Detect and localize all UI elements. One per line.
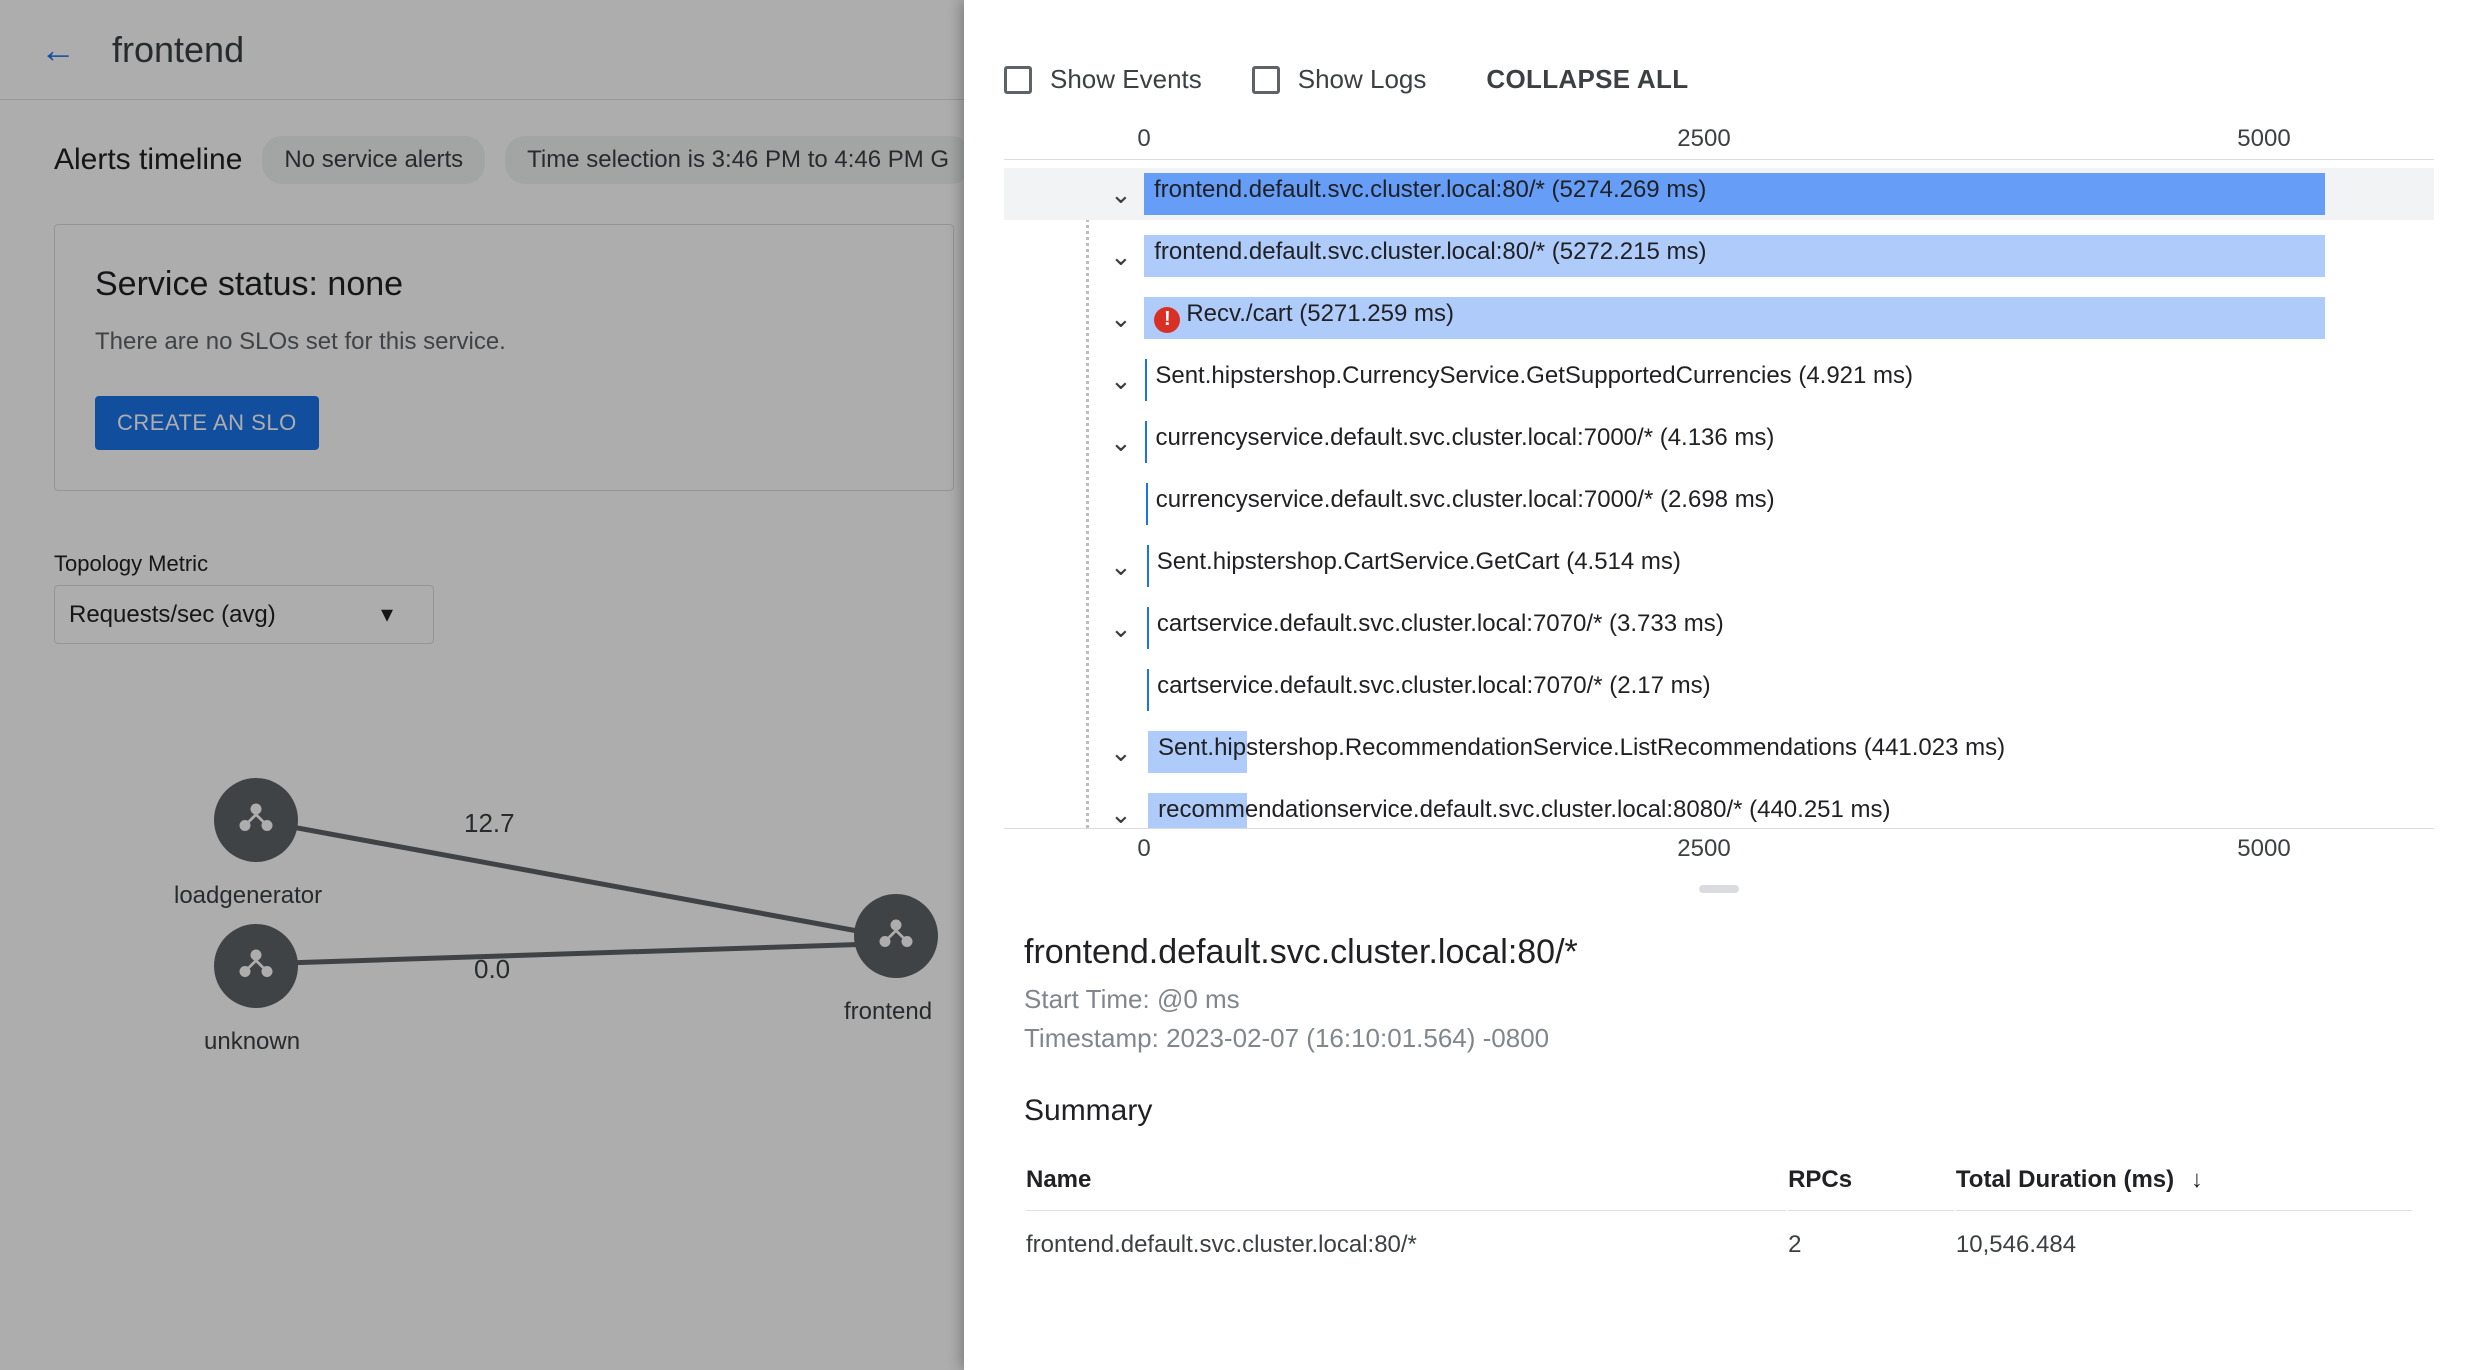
span-label: currencyservice.default.svc.cluster.loca… (1149, 424, 1774, 452)
span-label: frontend.default.svc.cluster.local:80/* … (1148, 176, 1706, 204)
chevron-down-icon: ▾ (381, 600, 393, 629)
service-status-card: Service status: none There are no SLOs s… (54, 224, 954, 491)
span-title: frontend.default.svc.cluster.local:80/* (1024, 933, 2414, 972)
show-events-checkbox[interactable]: Show Events (1004, 64, 1202, 95)
page-title: frontend (112, 29, 244, 71)
span-bar[interactable] (1147, 545, 1149, 587)
topology-metric-select[interactable]: Requests/sec (avg) ▾ (54, 585, 434, 644)
collapse-all-button[interactable]: COLLAPSE ALL (1486, 64, 1688, 95)
trace-panel: Show Events Show Logs COLLAPSE ALL 0 250… (964, 0, 2474, 1370)
time-selection-chip[interactable]: Time selection is 3:46 PM to 4:46 PM G (505, 136, 971, 184)
summary-row[interactable]: frontend.default.svc.cluster.local:80/* … (1026, 1213, 2412, 1277)
span-meta: Start Time: @0 ms Timestamp: 2023-02-07 … (1024, 980, 2414, 1058)
summary-cell-name: frontend.default.svc.cluster.local:80/* (1026, 1213, 1786, 1277)
chevron-down-icon[interactable]: ⌄ (1110, 241, 1132, 272)
col-duration[interactable]: Total Duration (ms) ↓ (1956, 1150, 2412, 1211)
trace-axis-top: 0 2500 5000 (1004, 125, 2434, 155)
trace-row[interactable]: ⌄ cartservice.default.svc.cluster.local:7… (1004, 602, 2434, 654)
span-label: recommendationservice.default.svc.cluste… (1152, 796, 1890, 824)
span-label: frontend.default.svc.cluster.local:80/* … (1148, 238, 1706, 266)
node-label-unknown: unknown (204, 1028, 300, 1056)
no-alerts-chip[interactable]: No service alerts (262, 136, 485, 184)
col-rpcs[interactable]: RPCs (1788, 1150, 1954, 1211)
axis-tick: 5000 (2237, 835, 2290, 863)
span-label: Sent.hipstershop.CurrencyService.GetSupp… (1149, 362, 1913, 390)
trace-waterfall: ⌄ frontend.default.svc.cluster.local:80/*… (1004, 159, 2434, 829)
span-bar[interactable] (1147, 669, 1149, 711)
service-status-text: There are no SLOs set for this service. (95, 328, 913, 356)
span-bar[interactable] (1145, 359, 1147, 401)
edge-label-top: 12.7 (464, 808, 515, 839)
span-bar[interactable] (1145, 421, 1147, 463)
node-label-loadgenerator: loadgenerator (174, 882, 322, 910)
trace-row[interactable]: ⌄ recommendationservice.default.svc.clust… (1004, 788, 2434, 829)
span-bar[interactable] (1147, 607, 1149, 649)
trace-row[interactable]: cartservice.default.svc.cluster.local:70… (1004, 664, 2434, 716)
chevron-down-icon[interactable]: ⌄ (1110, 737, 1132, 768)
axis-tick: 0 (1137, 125, 1150, 153)
chevron-down-icon[interactable]: ⌄ (1110, 427, 1132, 458)
col-name[interactable]: Name (1026, 1150, 1786, 1211)
trace-row[interactable]: ⌄ frontend.default.svc.cluster.local:80/*… (1004, 168, 2434, 220)
edge-label-bottom: 0.0 (474, 954, 510, 985)
summary-cell-rpcs: 2 (1788, 1213, 1954, 1277)
trace-row[interactable]: currencyservice.default.svc.cluster.loca… (1004, 478, 2434, 530)
axis-tick: 2500 (1677, 835, 1730, 863)
span-label: Sent.hipstershop.CartService.GetCart (4.… (1151, 548, 1681, 576)
chevron-down-icon[interactable]: ⌄ (1110, 613, 1132, 644)
topology-metric-value: Requests/sec (avg) (69, 601, 276, 629)
chevron-down-icon[interactable]: ⌄ (1110, 551, 1132, 582)
checkbox-icon (1004, 66, 1032, 94)
chevron-down-icon[interactable]: ⌄ (1110, 799, 1132, 830)
axis-tick: 0 (1137, 835, 1150, 863)
span-label: Sent.hipstershop.RecommendationService.L… (1152, 734, 2005, 762)
create-slo-button[interactable]: CREATE AN SLO (95, 396, 319, 450)
sort-desc-icon: ↓ (2191, 1166, 2203, 1193)
summary-cell-dur: 10,546.484 (1956, 1213, 2412, 1277)
show-logs-checkbox[interactable]: Show Logs (1252, 64, 1427, 95)
node-frontend[interactable] (854, 894, 938, 978)
trace-panel-toolbar: Show Events Show Logs COLLAPSE ALL (964, 0, 2474, 115)
span-label: !Recv./cart (5271.259 ms) (1148, 300, 1454, 329)
node-unknown[interactable] (214, 924, 298, 1008)
node-loadgenerator[interactable] (214, 778, 298, 862)
trace-row[interactable]: ⌄ frontend.default.svc.cluster.local:80/*… (1004, 230, 2434, 282)
alerts-timeline-label: Alerts timeline (54, 143, 242, 177)
chevron-down-icon[interactable]: ⌄ (1110, 365, 1132, 396)
checkbox-icon (1252, 66, 1280, 94)
span-details: frontend.default.svc.cluster.local:80/* … (964, 913, 2474, 1299)
chevron-down-icon[interactable]: ⌄ (1110, 179, 1132, 210)
span-label: currencyservice.default.svc.cluster.loca… (1150, 486, 1775, 514)
service-status-title: Service status: none (95, 265, 913, 304)
trace-row[interactable]: ⌄ Sent.hipstershop.RecommendationService.… (1004, 726, 2434, 778)
trace-axis-bottom: 0 2500 5000 (1004, 835, 2434, 865)
back-arrow-icon[interactable]: ← (40, 29, 76, 71)
span-label: cartservice.default.svc.cluster.local:70… (1151, 672, 1711, 700)
span-label: cartservice.default.svc.cluster.local:70… (1151, 610, 1724, 638)
resize-handle[interactable] (1699, 885, 1739, 893)
axis-tick: 2500 (1677, 125, 1730, 153)
trace-row[interactable]: ⌄ !Recv./cart (5271.259 ms) (1004, 292, 2434, 344)
show-logs-label: Show Logs (1298, 64, 1427, 95)
show-events-label: Show Events (1050, 64, 1202, 95)
error-icon: ! (1154, 307, 1180, 333)
trace-row[interactable]: ⌄ Sent.hipstershop.CartService.GetCart (4… (1004, 540, 2434, 592)
trace-row[interactable]: ⌄ currencyservice.default.svc.cluster.loc… (1004, 416, 2434, 468)
summary-table: Name RPCs Total Duration (ms) ↓ frontend… (1024, 1148, 2414, 1279)
summary-heading: Summary (1024, 1094, 2414, 1128)
span-bar[interactable] (1146, 483, 1148, 525)
trace-row[interactable]: ⌄ Sent.hipstershop.CurrencyService.GetSup… (1004, 354, 2434, 406)
chevron-down-icon[interactable]: ⌄ (1110, 303, 1132, 334)
axis-tick: 5000 (2237, 125, 2290, 153)
node-label-frontend: frontend (844, 998, 932, 1026)
